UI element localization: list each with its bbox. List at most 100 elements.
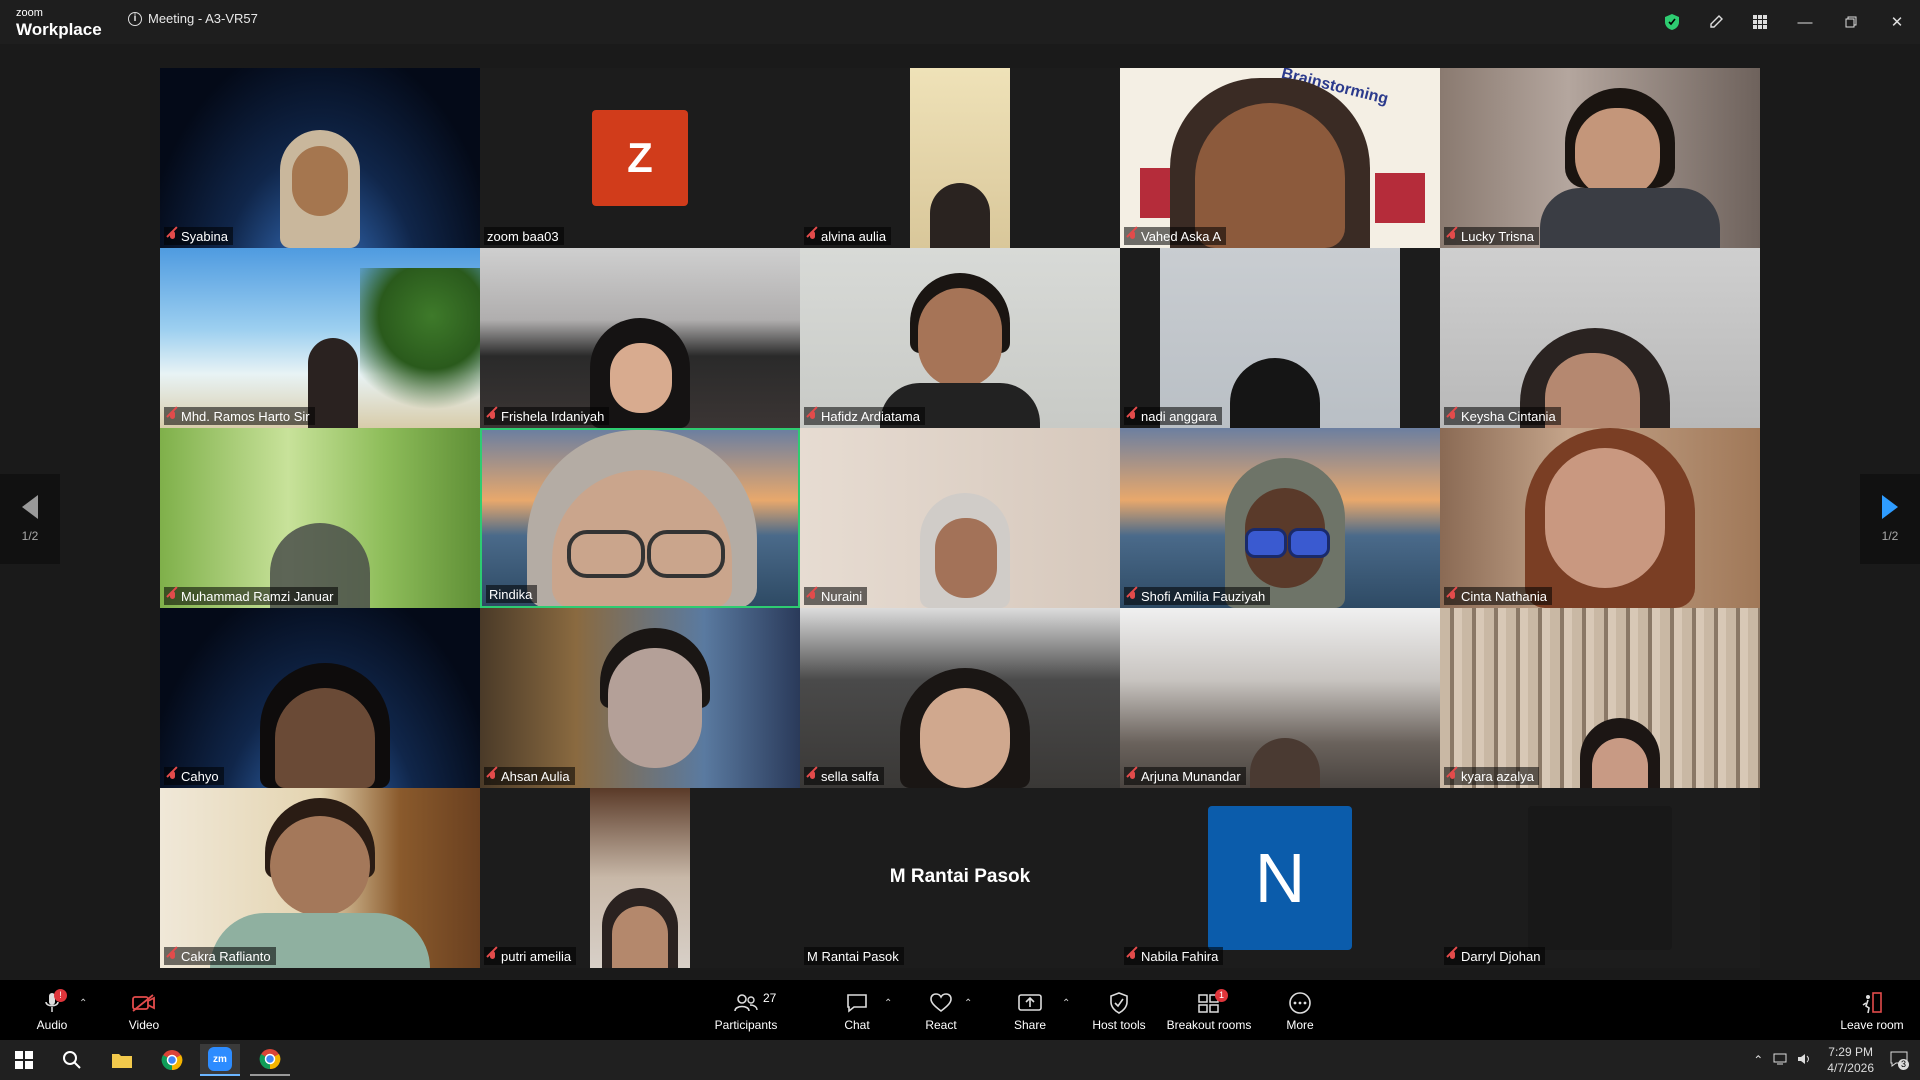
participant-tile[interactable]: Cinta Nathania (1440, 428, 1760, 608)
system-tray: ⌃ 7:29 PM 4/7/2026 3 (1747, 1040, 1920, 1080)
participant-tile[interactable]: Syabina (160, 68, 480, 248)
audio-alert-badge: ! (54, 988, 67, 1002)
participant-tile[interactable]: alvina aulia (800, 68, 1120, 248)
mic-muted-icon (1447, 770, 1458, 783)
avatar (1528, 806, 1672, 950)
participant-tile-active-speaker[interactable]: Rindika (480, 428, 800, 608)
audio-button[interactable]: ! Audio (28, 980, 76, 1040)
participants-button[interactable]: 27 Participants (710, 980, 782, 1040)
prev-page-button[interactable]: 1/2 (0, 474, 60, 564)
chrome-icon-2[interactable] (250, 1044, 290, 1076)
chat-button[interactable]: Chat (832, 980, 882, 1040)
file-explorer-icon[interactable] (102, 1044, 142, 1076)
share-screen-icon (1017, 989, 1043, 1017)
mic-muted-icon (167, 230, 178, 243)
next-page-button[interactable]: 1/2 (1860, 474, 1920, 564)
volume-icon[interactable] (1793, 1052, 1817, 1069)
participant-tile[interactable]: putri ameilia (480, 788, 800, 968)
share-button[interactable]: Share (1005, 980, 1055, 1040)
pen-icon[interactable] (1694, 0, 1738, 44)
participant-tile[interactable]: nadi anggara (1120, 248, 1440, 428)
participant-name-tag: M Rantai Pasok (804, 947, 904, 965)
mic-muted-icon (1127, 230, 1138, 243)
participant-name-tag: Ahsan Aulia (484, 767, 575, 785)
arrow-left-icon (22, 495, 38, 519)
participant-tile[interactable]: Hafidz Ardiatama (800, 248, 1120, 428)
windows-taskbar: zm ⌃ 7:29 PM 4/7/2026 3 (0, 1040, 1920, 1080)
breakout-rooms-icon: 1 (1197, 988, 1228, 1017)
windows-start-icon[interactable] (4, 1044, 44, 1076)
video-button[interactable]: Video (120, 980, 168, 1040)
participant-name-tag: Cahyo (164, 767, 224, 785)
react-button[interactable]: React (916, 980, 966, 1040)
minimize-icon[interactable]: — (1782, 0, 1828, 44)
info-icon[interactable]: i (128, 11, 142, 26)
title-bar: zoom Workplace i Meeting - A3-VR57 — ✕ (0, 0, 1920, 44)
participant-name-tag: Syabina (164, 227, 233, 245)
participant-tile[interactable]: Darryl Djohan (1440, 788, 1760, 968)
participants-label: Participants (714, 1017, 778, 1032)
participant-tile[interactable]: kyara azalya (1440, 608, 1760, 788)
mic-muted-icon (167, 950, 178, 963)
audio-options-chevron-icon[interactable]: ⌃ (79, 998, 87, 1009)
chrome-icon[interactable] (152, 1044, 192, 1076)
notifications-icon[interactable]: 3 (1884, 1051, 1920, 1070)
brand-small: zoom (16, 7, 43, 19)
mic-icon: ! (44, 988, 67, 1017)
participant-tile[interactable]: Keysha Cintania (1440, 248, 1760, 428)
clock[interactable]: 7:29 PM 4/7/2026 (1817, 1044, 1884, 1076)
participants-count: 27 (763, 990, 777, 1005)
participant-tile[interactable]: Shofi Amilia Fauziyah (1120, 428, 1440, 608)
close-icon[interactable]: ✕ (1874, 0, 1920, 44)
participant-tile[interactable]: Muhammad Ramzi Januar (160, 428, 480, 608)
audio-label: Audio (36, 1017, 68, 1032)
participant-name-tag: sella salfa (804, 767, 884, 785)
heart-icon (929, 989, 953, 1017)
react-options-chevron-icon[interactable]: ⌃ (964, 998, 972, 1009)
participant-tile[interactable]: M Rantai Pasok M Rantai Pasok (800, 788, 1120, 968)
mic-muted-icon (1447, 590, 1458, 603)
participant-tile[interactable]: Mhd. Ramos Harto Sir (160, 248, 480, 428)
zoom-app-icon[interactable]: zm (200, 1044, 240, 1076)
restore-icon[interactable] (1828, 0, 1874, 44)
leave-icon (1860, 989, 1884, 1017)
notification-count: 3 (1898, 1058, 1909, 1070)
apps-grid-icon[interactable] (1738, 0, 1782, 44)
leave-room-button[interactable]: Leave room (1834, 980, 1910, 1040)
more-button[interactable]: More (1276, 980, 1324, 1040)
avatar: N (1208, 806, 1352, 950)
react-label: React (925, 1017, 957, 1032)
breakout-rooms-button[interactable]: 1 Breakout rooms (1164, 980, 1254, 1040)
participant-tile[interactable]: Frishela Irdaniyah (480, 248, 800, 428)
mic-muted-icon (807, 770, 818, 783)
participant-tile[interactable]: Arjuna Munandar (1120, 608, 1440, 788)
mic-muted-icon (167, 590, 178, 603)
participant-name-tag: kyara azalya (1444, 767, 1539, 785)
security-shield-icon[interactable] (1650, 0, 1694, 44)
participant-tile[interactable]: Brainstorming Vahed Aska A (1120, 68, 1440, 248)
participant-tile[interactable]: Ahsan Aulia (480, 608, 800, 788)
participant-name-tag: Nuraini (804, 587, 868, 605)
search-icon[interactable] (52, 1044, 92, 1076)
participant-tile[interactable]: Z zoom baa03 (480, 68, 800, 248)
chat-label: Chat (844, 1017, 870, 1032)
host-tools-button[interactable]: Host tools (1087, 980, 1151, 1040)
participant-tile[interactable]: Cakra Raflianto (160, 788, 480, 968)
participant-name-tag: putri ameilia (484, 947, 577, 965)
page-indicator-right: 1/2 (1881, 529, 1899, 543)
meeting-info[interactable]: i Meeting - A3-VR57 (128, 11, 258, 26)
participant-tile[interactable]: Cahyo (160, 608, 480, 788)
brand-big: Workplace (16, 20, 102, 39)
network-icon[interactable] (1769, 1052, 1793, 1069)
participant-tile[interactable]: Lucky Trisna (1440, 68, 1760, 248)
chat-options-chevron-icon[interactable]: ⌃ (884, 998, 892, 1009)
participant-tile[interactable]: N Nabila Fahira (1120, 788, 1440, 968)
participant-name-tag: Hafidz Ardiatama (804, 407, 925, 425)
share-options-chevron-icon[interactable]: ⌃ (1062, 998, 1070, 1009)
participant-name-tag: Rindika (486, 585, 538, 603)
mic-muted-icon (167, 410, 178, 423)
chevron-up-icon[interactable]: ⌃ (1747, 1053, 1769, 1067)
participant-tile[interactable]: Nuraini (800, 428, 1120, 608)
video-gallery: Syabina Z zoom baa03 alvina aulia Brains… (160, 68, 1760, 968)
participant-tile[interactable]: sella salfa (800, 608, 1120, 788)
